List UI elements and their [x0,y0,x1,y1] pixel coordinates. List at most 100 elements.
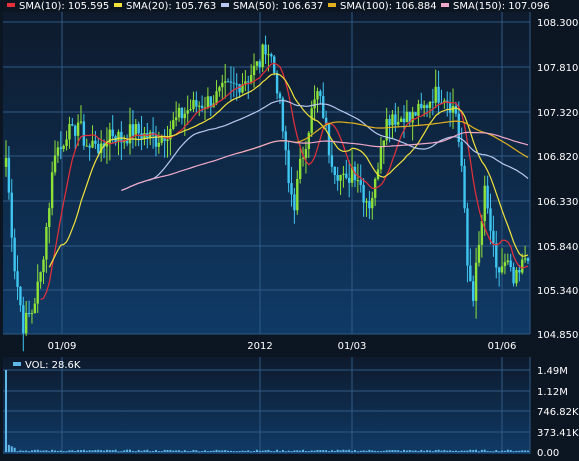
volume-bar [446,450,449,452]
volume-bar [221,450,224,452]
candle-body [347,177,351,183]
candle-body [526,258,530,262]
volume-bar [224,450,227,452]
candle-body [281,98,285,132]
candle-body [287,150,290,184]
candle-body [174,117,178,121]
volume-bar [232,451,235,453]
volume-bar [521,450,524,452]
volume-bar [353,450,356,452]
y-tick-label: 105.840 [537,242,578,253]
candle-body [97,143,100,153]
candle-body [480,220,484,245]
candle-body [76,122,80,136]
candle-body [111,129,114,137]
candle-body [359,180,362,186]
candle-body [4,157,8,167]
candle-body [322,96,325,118]
volume-bar [209,450,212,452]
candle-body [483,185,486,221]
x-tick-label: 01/03 [338,341,367,352]
candle-body [466,208,469,266]
candle-body [7,157,11,193]
volume-bar [417,451,420,453]
candle-body [489,208,492,231]
candle-body [74,125,77,136]
volume-bar [437,449,440,452]
volume-bar [51,449,54,452]
volume-bar [192,449,195,452]
y-tick-label: 106.330 [537,197,578,208]
y-tick-label: 106.820 [537,152,578,163]
volume-bar [495,449,498,452]
volume-bar [154,449,157,452]
volume-bar [160,451,163,453]
volume-bar [16,451,19,453]
volume-bar [195,450,198,452]
y-tick-label: 107.320 [537,108,578,119]
candle-body [186,110,189,114]
candle-body [270,54,273,57]
volume-bar [524,450,527,452]
volume-bar [227,450,230,452]
candle-body [82,121,86,146]
volume-bar [426,450,429,452]
volume-bar [307,451,310,453]
volume-bar [54,450,57,452]
candle-body [13,237,16,272]
candle-body [474,262,478,301]
volume-bar [33,449,36,452]
candle-body [48,208,51,228]
volume-bar [299,450,302,452]
volume-bar [377,451,380,453]
candle-body [238,84,241,93]
candle-body [42,259,45,273]
legend-label: SMA(150): 107.096 [453,1,550,12]
volume-bar [180,451,183,453]
volume-bar [82,449,85,452]
volume-bar [123,450,126,452]
candle-body [365,201,368,203]
volume-bar [212,450,215,452]
volume-bar [30,450,33,452]
volume-bar [518,450,521,452]
candle-body [327,123,331,156]
volume-bar [244,450,247,452]
candle-body [59,147,62,149]
candle-body [290,183,293,195]
volume-bar [339,450,342,452]
volume-bar [111,450,114,452]
candle-body [252,65,256,75]
volume-bar [166,449,169,452]
candle-body [518,269,521,273]
volume-bar [146,449,149,452]
volume-bar [201,451,204,453]
volume-bar [431,451,434,453]
candle-body [198,105,201,107]
volume-bar [163,449,166,452]
candle-body [486,185,489,209]
candle-body [71,124,74,126]
candle-body [45,227,48,260]
candle-body [472,281,475,301]
volume-bar [506,449,509,452]
candle-body [172,120,175,129]
volume-bar [328,451,331,453]
volume-bar [267,449,270,452]
volume-bar [457,451,460,453]
volume-tick-label: 1.12M [537,387,568,398]
volume-bar [469,449,472,452]
candle-body [319,91,322,97]
candle-body [177,107,181,118]
candle-body [218,87,221,92]
volume-bar [313,450,316,452]
y-axis-labels: 108.300 107.810 107.320 106.820 106.330 105.8… [537,18,578,341]
y-tick-label: 108.300 [537,18,578,29]
volume-bar [39,450,42,452]
candle-body [88,145,91,148]
candle-body [356,180,360,182]
volume-bar [325,450,328,452]
volume-bar [296,450,299,452]
candle-body [397,121,400,125]
candle-body [313,99,316,109]
